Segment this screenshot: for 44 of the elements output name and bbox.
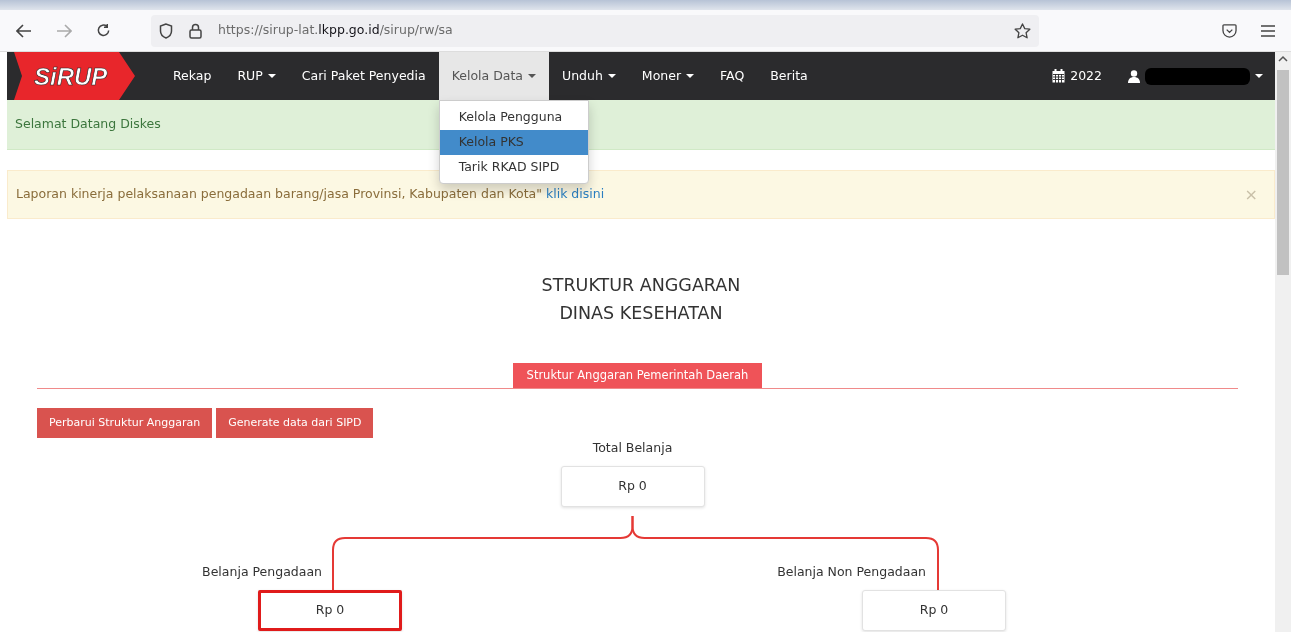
nav-link[interactable]: Cari Paket Penyedia xyxy=(288,52,439,100)
user-icon xyxy=(1128,69,1140,83)
scrollbar-thumb[interactable] xyxy=(1277,70,1289,275)
address-bar[interactable]: https://sirup-lat.lkpp.go.id/sirup/rw/sa xyxy=(151,14,1039,47)
menu-icon[interactable] xyxy=(1261,24,1275,37)
lock-icon xyxy=(189,22,202,39)
caret-icon xyxy=(686,74,695,78)
notice-link[interactable]: klik disini xyxy=(545,186,605,202)
scrollbar[interactable] xyxy=(1275,52,1291,632)
dropdown-item[interactable]: Kelola PKS xyxy=(439,129,588,155)
year-selector[interactable]: 2022 xyxy=(1039,52,1115,100)
welcome-message: Selamat Datang Diskes xyxy=(15,115,161,134)
nav-link[interactable]: Unduh xyxy=(549,52,629,100)
caret-icon xyxy=(607,74,616,78)
page-title: STRUKTUR ANGGARAN xyxy=(540,274,742,297)
shield-icon xyxy=(159,22,173,39)
nav-link[interactable]: RUP xyxy=(224,52,289,100)
nav-link[interactable]: Kelola Data xyxy=(438,52,549,100)
logo[interactable]: SiRUP xyxy=(14,52,136,100)
pocket-icon[interactable] xyxy=(1222,23,1237,38)
reload-icon[interactable] xyxy=(96,23,111,38)
budget-node[interactable]: Rp 0 xyxy=(862,590,1006,631)
caret-icon xyxy=(528,74,536,78)
nav-link[interactable]: Berita xyxy=(757,52,821,100)
nav-link[interactable]: Rekap xyxy=(160,52,225,100)
action-button[interactable]: Perbarui Struktur Anggaran xyxy=(37,408,213,438)
nav-link[interactable]: FAQ xyxy=(707,52,758,100)
caret-icon xyxy=(267,74,276,78)
calendar-icon xyxy=(1052,69,1066,83)
notice-message: Laporan kinerja pelaksanaan pengadaan barang/jasa Provinsi, Kabupaten dan Kota" klik disini xyxy=(16,185,605,204)
bookmark-star-icon[interactable] xyxy=(1014,22,1031,39)
dropdown-item[interactable]: Kelola Pengguna xyxy=(439,105,588,130)
node-label: Total Belanja xyxy=(592,439,673,457)
caret-icon xyxy=(1255,74,1263,78)
back-icon[interactable] xyxy=(16,23,32,38)
action-button[interactable]: Generate data dari SIPD xyxy=(216,408,374,438)
nav-link[interactable]: Moner xyxy=(628,52,708,100)
page-title: DINAS KESEHATAN xyxy=(558,302,724,325)
budget-node[interactable]: Rp 0 xyxy=(560,466,705,507)
node-label: Belanja Pengadaan xyxy=(202,563,322,581)
url-text: https://sirup-lat.lkpp.go.id/sirup/rw/sa xyxy=(218,21,453,40)
dropdown-item[interactable]: Tarik RKAD SIPD xyxy=(439,154,588,180)
node-label: Belanja Non Pengadaan xyxy=(777,563,926,581)
budget-node[interactable]: Rp 0 xyxy=(258,590,402,631)
